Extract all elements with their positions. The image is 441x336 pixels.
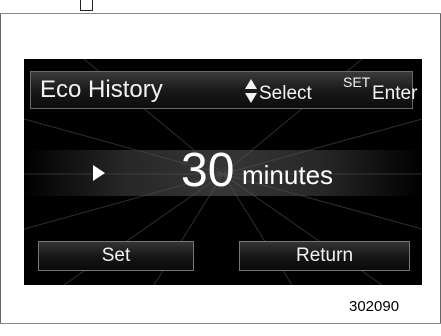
set-key-label: SET (343, 74, 371, 90)
frame-bottom-rule (0, 323, 441, 324)
duration-unit: minutes (242, 160, 334, 190)
frame-left-rule (0, 14, 1, 324)
duration-value: 30 (181, 144, 235, 197)
value-selector[interactable]: 30 minutes (24, 136, 422, 210)
top-rule (0, 13, 441, 14)
header-bar: Eco History Select SET Enter (30, 71, 417, 109)
top-fragment-box (80, 0, 93, 11)
screen-title: Eco History (40, 76, 163, 103)
play-triangle-icon (93, 165, 105, 181)
display-screen: Eco History Select SET Enter 30 minutes … (24, 59, 422, 285)
figure-number: 302090 (349, 298, 400, 315)
select-hint-label: Select (259, 83, 312, 104)
manual-page: Eco History Select SET Enter 30 minutes … (0, 0, 441, 336)
return-button[interactable]: Return (239, 241, 410, 271)
up-down-triangle-icon (245, 79, 257, 103)
enter-hint-label: Enter (372, 83, 418, 104)
page-top-edge (0, 0, 441, 14)
set-button[interactable]: Set (38, 241, 194, 271)
